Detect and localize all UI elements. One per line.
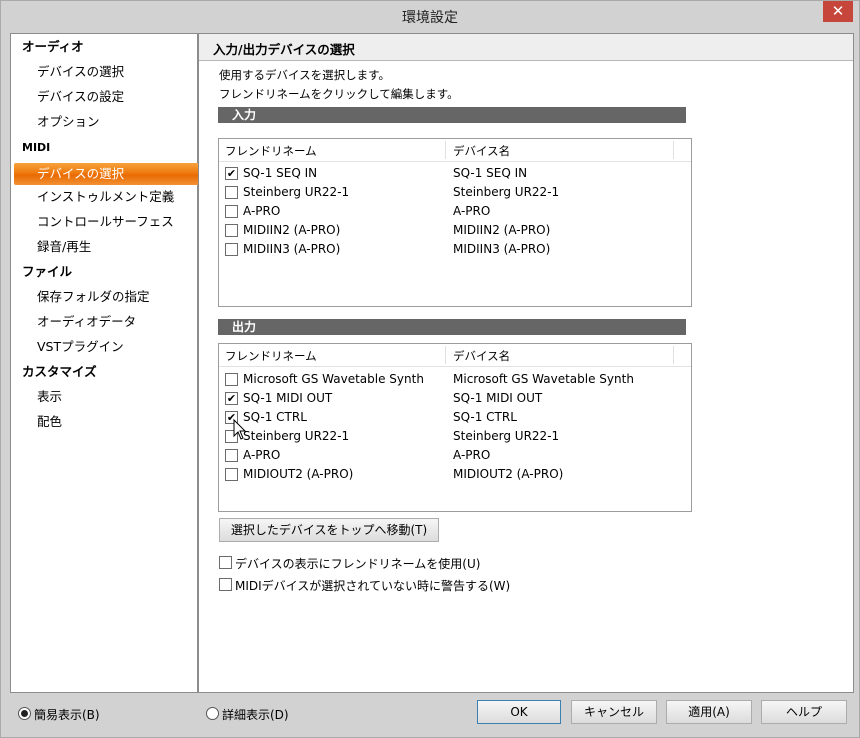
device-name-cell: Microsoft GS Wavetable Synth [453,372,634,386]
radio-dot [21,710,28,717]
nav-item-save-folder[interactable]: 保存フォルダの指定 [11,286,223,308]
output-col-separator[interactable] [445,346,446,364]
nav-item-midi-record-playback[interactable]: 録音/再生 [11,236,223,258]
move-to-top-button[interactable]: 選択したデバイスをトップへ移動(T) [219,518,439,542]
device-checkbox[interactable]: ✔ [225,392,238,405]
input-col-separator-end[interactable] [673,141,674,159]
friendly-name-cell[interactable]: Steinberg UR22-1 [243,429,349,443]
friendly-name-cell[interactable]: MIDIOUT2 (A-PRO) [243,467,353,481]
help-button[interactable]: ヘルプ [761,700,847,724]
table-row[interactable]: MIDIIN3 (A-PRO) MIDIIN3 (A-PRO) [219,240,691,259]
close-button[interactable]: ✕ [823,1,853,22]
device-name-cell: MIDIOUT2 (A-PRO) [453,467,564,481]
input-col-friendly-name[interactable]: フレンドリネーム [225,143,317,159]
friendly-name-cell[interactable]: Microsoft GS Wavetable Synth [243,372,424,386]
table-row[interactable]: Steinberg UR22-1 Steinberg UR22-1 [219,427,691,446]
friendly-name-cell[interactable]: Steinberg UR22-1 [243,185,349,199]
friendly-name-cell[interactable]: SQ-1 CTRL [243,410,307,424]
device-name-cell: MIDIIN3 (A-PRO) [453,242,551,256]
friendly-name-cell[interactable]: MIDIIN3 (A-PRO) [243,242,340,256]
table-row[interactable]: ✔ SQ-1 SEQ IN SQ-1 SEQ IN [219,164,691,183]
nav-item-audio-data[interactable]: オーディオデータ [11,311,223,333]
detail-view-radio[interactable] [206,707,219,720]
settings-panel: 入力/出力デバイスの選択 使用するデバイスを選択します。 フレンドリネームをクリ… [198,33,854,693]
nav-item-color-scheme[interactable]: 配色 [11,411,223,433]
table-row[interactable]: ✔ SQ-1 MIDI OUT SQ-1 MIDI OUT [219,389,691,408]
nav-item-vst-plugins[interactable]: VSTプラグイン [11,336,223,358]
ok-button[interactable]: OK [477,700,561,724]
nav-item-audio-device-select[interactable]: デバイスの選択 [11,61,223,83]
nav-item-midi-control-surface[interactable]: コントロールサーフェス [11,211,223,233]
friendly-name-cell[interactable]: SQ-1 MIDI OUT [243,391,332,405]
window-title: 環境設定 [402,10,458,26]
title-bar: 環境設定 ✕ [1,1,859,31]
simple-view-radio[interactable] [18,707,31,720]
use-friendly-name-label[interactable]: デバイスの表示にフレンドリネームを使用(U) [235,555,480,572]
use-friendly-name-checkbox[interactable] [219,556,232,569]
output-col-separator-end[interactable] [673,346,674,364]
device-checkbox[interactable] [225,186,238,199]
panel-header: 入力/出力デバイスの選択 [199,34,853,61]
simple-view-label[interactable]: 簡易表示(B) [34,706,100,723]
device-checkbox[interactable] [225,373,238,386]
device-checkbox[interactable] [225,243,238,256]
category-tree: オーディオ デバイスの選択 デバイスの設定 オプション MIDI デバイスの選択… [10,33,215,693]
input-col-device-name[interactable]: デバイス名 [453,143,510,159]
nav-item-audio-device-settings[interactable]: デバイスの設定 [11,86,223,108]
nav-group-midi[interactable]: MIDI [11,137,208,159]
nav-group-file[interactable]: ファイル [11,261,208,283]
table-row[interactable]: A-PRO A-PRO [219,202,691,221]
output-list-header: フレンドリネーム デバイス名 [219,344,691,367]
device-checkbox[interactable] [225,449,238,462]
description-line-1: 使用するデバイスを選択します。 [219,68,391,82]
cancel-button[interactable]: キャンセル [571,700,657,724]
input-list-header: フレンドリネーム デバイス名 [219,139,691,162]
nav-item-audio-options[interactable]: オプション [11,111,223,133]
table-row[interactable]: MIDIOUT2 (A-PRO) MIDIOUT2 (A-PRO) [219,465,691,484]
nav-group-customize[interactable]: カスタマイズ [11,361,208,383]
output-section-header: 出力 [218,319,686,335]
table-row[interactable]: A-PRO A-PRO [219,446,691,465]
table-row[interactable]: MIDIIN2 (A-PRO) MIDIIN2 (A-PRO) [219,221,691,240]
device-name-cell: A-PRO [453,204,491,218]
output-col-device-name[interactable]: デバイス名 [453,348,510,364]
nav-item-midi-instrument-definition[interactable]: インストゥルメント定義 [11,186,223,208]
device-checkbox[interactable] [225,205,238,218]
warn-no-midi-checkbox[interactable] [219,578,232,591]
device-checkbox[interactable] [225,224,238,237]
device-name-cell: Steinberg UR22-1 [453,185,560,199]
mouse-pointer-icon [233,418,247,440]
detail-view-label[interactable]: 詳細表示(D) [222,706,289,723]
device-name-cell: Steinberg UR22-1 [453,429,560,443]
input-device-list: フレンドリネーム デバイス名 ✔ SQ-1 SEQ IN SQ-1 SEQ IN… [218,138,692,307]
friendly-name-cell[interactable]: MIDIIN2 (A-PRO) [243,223,340,237]
input-col-separator[interactable] [445,141,446,159]
output-col-friendly-name[interactable]: フレンドリネーム [225,348,317,364]
friendly-name-cell[interactable]: A-PRO [243,204,280,218]
device-name-cell: SQ-1 MIDI OUT [453,391,543,405]
nav-item-display[interactable]: 表示 [11,386,223,408]
friendly-name-cell[interactable]: A-PRO [243,448,280,462]
apply-button[interactable]: 適用(A) [666,700,752,724]
table-row[interactable]: Steinberg UR22-1 Steinberg UR22-1 [219,183,691,202]
description-line-2: フレンドリネームをクリックして編集します。 [219,87,459,101]
nav-group-audio[interactable]: オーディオ [11,36,208,58]
friendly-name-cell[interactable]: SQ-1 SEQ IN [243,166,317,180]
device-name-cell: A-PRO [453,448,491,462]
device-name-cell: SQ-1 SEQ IN [453,166,528,180]
input-section-header: 入力 [218,107,686,123]
device-checkbox[interactable]: ✔ [225,167,238,180]
device-name-cell: SQ-1 CTRL [453,410,517,424]
table-row[interactable]: ✔ SQ-1 CTRL SQ-1 CTRL [219,408,691,427]
warn-no-midi-label[interactable]: MIDIデバイスが選択されていない時に警告する(W) [235,577,510,594]
table-row[interactable]: Microsoft GS Wavetable Synth Microsoft G… [219,370,691,389]
nav-item-midi-device-select[interactable]: デバイスの選択 [14,163,215,185]
output-device-list: フレンドリネーム デバイス名 Microsoft GS Wavetable Sy… [218,343,692,512]
preferences-window: 環境設定 ✕ オーディオ デバイスの選択 デバイスの設定 オプション MIDI … [0,0,860,738]
device-name-cell: MIDIIN2 (A-PRO) [453,223,551,237]
panel-title: 入力/出力デバイスの選択 [213,42,355,57]
device-checkbox[interactable] [225,468,238,481]
